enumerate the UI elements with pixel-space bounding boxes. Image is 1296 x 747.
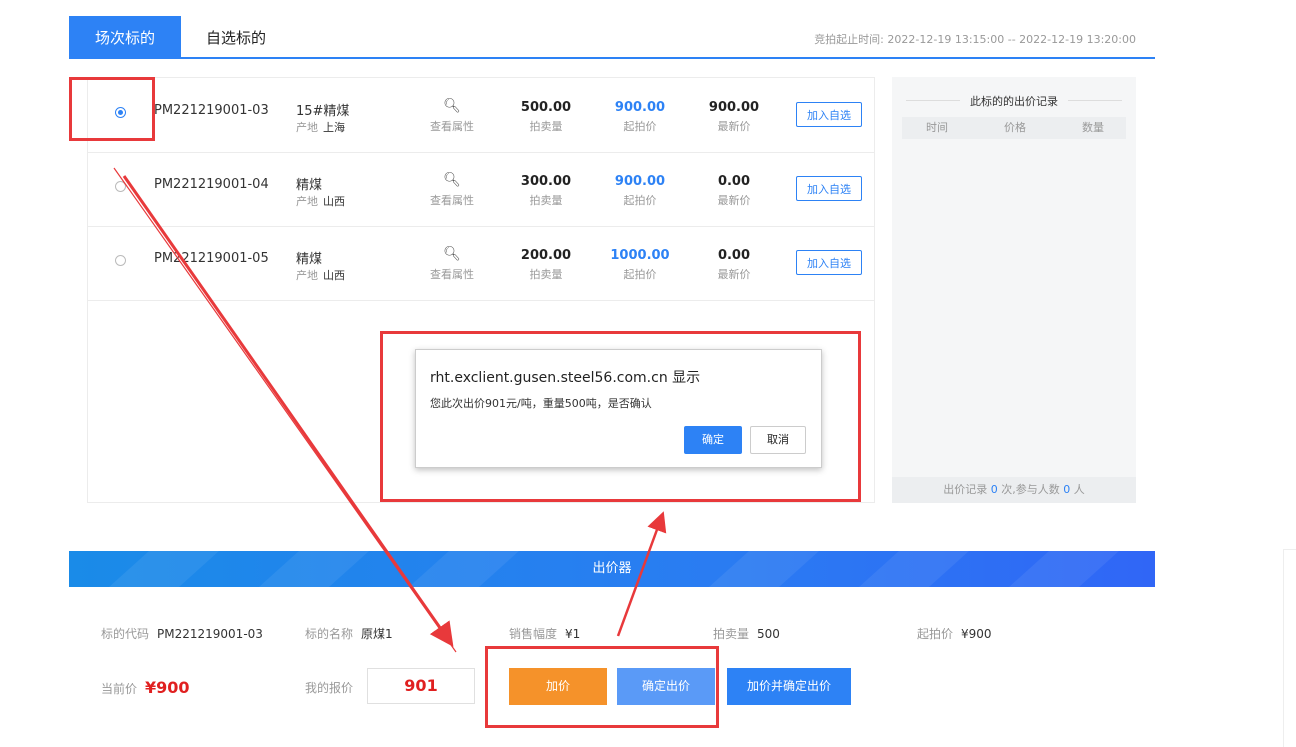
arrow-to-buttons bbox=[122, 175, 454, 647]
annotation-arrows bbox=[113, 167, 667, 653]
arrow-to-dialog bbox=[616, 511, 667, 637]
